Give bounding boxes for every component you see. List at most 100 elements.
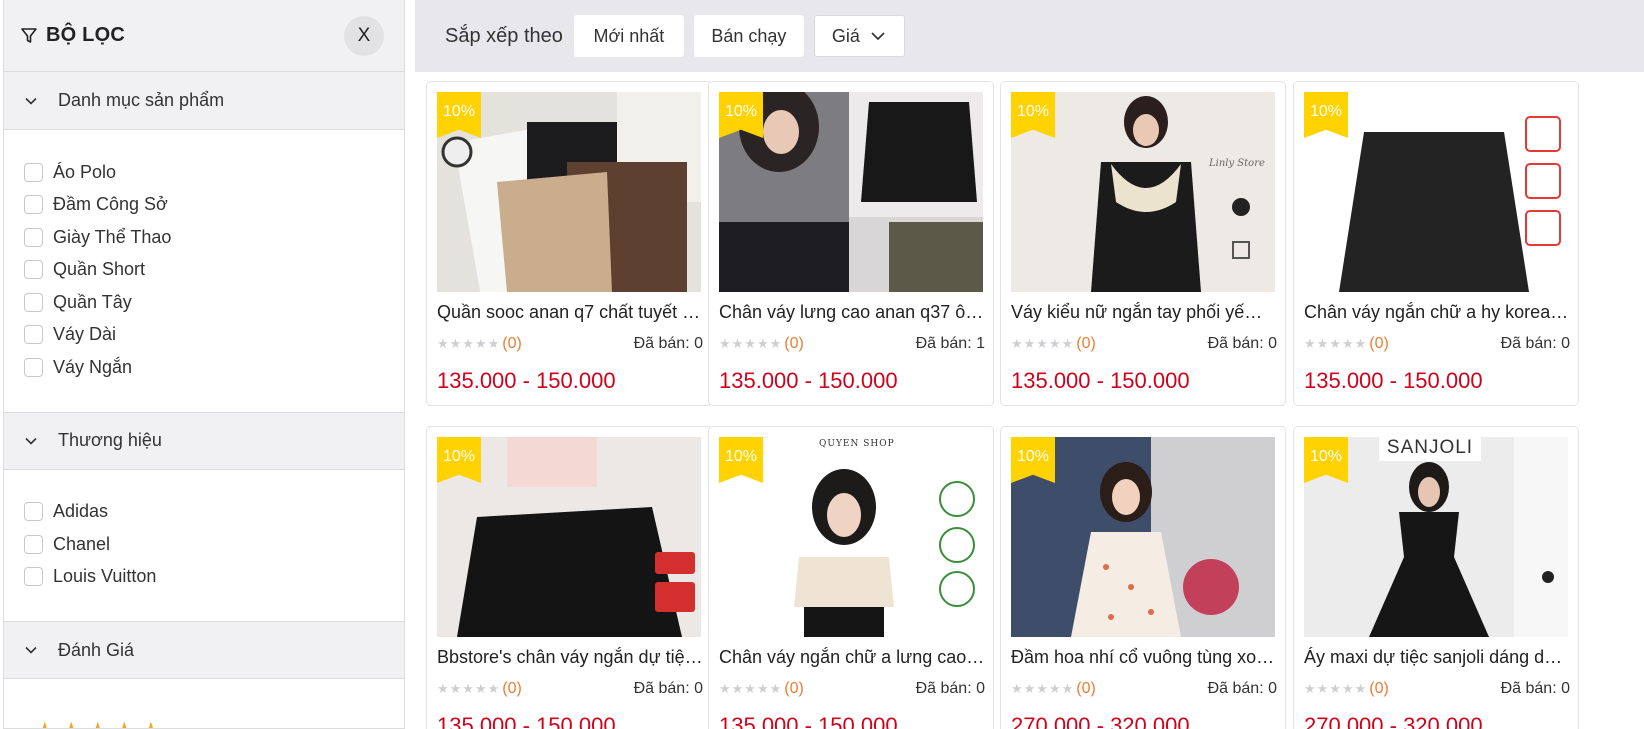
product-meta: ★★★★★ (0) Đã bán: 0: [437, 679, 703, 699]
checkbox[interactable]: [24, 162, 43, 182]
product-price: 135.000 - 150.000: [437, 713, 616, 729]
product-name[interactable]: Áy maxi dự tiệc sanjoli dáng dài đen: [1304, 647, 1570, 668]
checkbox[interactable]: [24, 195, 43, 215]
sold-count: Đã bán: 0: [1207, 335, 1277, 352]
sort-bar: Sắp xếp theo Mới nhất Bán chạy Giá: [415, 0, 1644, 72]
product-name[interactable]: Bbstore's chân váy ngắn dự tiệc xòe: [437, 647, 703, 668]
checkbox[interactable]: [24, 567, 43, 587]
product-price: 135.000 - 150.000: [437, 368, 616, 393]
sort-bestselling-button[interactable]: Bán chạy: [693, 15, 804, 57]
star-icon: ★: [61, 720, 83, 729]
product-listing: Sắp xếp theo Mới nhất Bán chạy Giá 10% Q…: [415, 0, 1644, 729]
rating-stars-icon: ★★★★★: [719, 681, 783, 696]
product-card[interactable]: 10% SANJOLI Áy maxi dự tiệc sanjoli dáng…: [1293, 426, 1579, 729]
product-name[interactable]: Đầm hoa nhí cổ vuông tùng xoè nữ: [1011, 647, 1277, 668]
star-icon: ★: [87, 720, 109, 729]
category-option-label: Đầm Công Sở: [53, 194, 168, 215]
product-image: 10% QUYEN SHOP: [719, 437, 983, 637]
category-option-label: Giày Thể Thao: [53, 226, 172, 247]
brand-logo: SANJOLI: [1379, 437, 1481, 461]
product-image: 10% SANJOLI: [1304, 437, 1568, 637]
category-option-vay-dai[interactable]: Váy Dài: [24, 319, 404, 352]
rating-stars-icon: ★★★★★: [437, 681, 501, 696]
category-option-quan-tay[interactable]: Quần Tây: [24, 286, 404, 319]
sold-count: Đã bán: 0: [1207, 680, 1277, 697]
category-option-quan-short[interactable]: Quần Short: [24, 254, 404, 287]
rating-stars-icon: ★★★★★: [1011, 336, 1075, 351]
product-image: 10%: [437, 437, 701, 637]
product-image: 10%: [437, 92, 701, 292]
rating-stars-icon: ★★★★★: [1304, 681, 1368, 696]
section-rating-header[interactable]: Đánh Giá: [4, 621, 404, 679]
section-brand-header[interactable]: Thương hiệu: [4, 411, 404, 470]
chevron-down-icon: [24, 642, 40, 658]
category-option-label: Quần Tây: [53, 291, 132, 312]
product-meta: ★★★★★ (0) Đã bán: 0: [1304, 679, 1570, 699]
rating-filter-5-stars[interactable]: ★ ★ ★ ★ ★: [4, 679, 404, 729]
rating-count: (0): [1076, 680, 1096, 697]
section-category-body: Áo Polo Đầm Công Sở Giày Thể Thao Quần S…: [4, 130, 404, 412]
star-icon: ★: [34, 720, 56, 729]
rating-count: (0): [502, 680, 522, 697]
product-name[interactable]: Chân váy ngắn chữ a lưng cao quyen: [719, 647, 985, 668]
product-card[interactable]: 10% Chân váy ngắn chữ a hy korea skirt ★…: [1293, 81, 1579, 406]
sold-count: Đã bán: 0: [633, 335, 703, 352]
filter-header: BỘ LỌC X: [4, 0, 404, 72]
rating-stars-icon: ★★★★★: [1304, 336, 1368, 351]
product-price: 135.000 - 150.000: [719, 713, 898, 729]
product-card[interactable]: 10% Linly Store Váy kiểu nữ ngắn tay phố…: [1000, 81, 1286, 406]
rating-stars-icon: ★★★★★: [719, 336, 783, 351]
brand-option-chanel[interactable]: Chanel: [24, 528, 404, 561]
section-brand-body: Adidas Chanel Louis Vuitton: [4, 470, 404, 622]
brand-option-adidas[interactable]: Adidas: [24, 496, 404, 529]
category-option-dam-cong-so[interactable]: Đầm Công Sở: [24, 189, 404, 222]
sort-newest-button[interactable]: Mới nhất: [573, 15, 684, 57]
rating-count: (0): [784, 335, 804, 352]
section-brand-label: Thương hiệu: [58, 430, 162, 450]
product-card[interactable]: 10% QUYEN SHOP Chân váy ngắn chữ a lưng …: [708, 426, 994, 729]
product-price: 270.000 - 320.000: [1011, 713, 1190, 729]
brand-option-louis-vuitton[interactable]: Louis Vuitton: [24, 561, 404, 594]
sold-count: Đã bán: 0: [1500, 335, 1570, 352]
category-option-giay-the-thao[interactable]: Giày Thể Thao: [24, 221, 404, 254]
product-card[interactable]: 10% Bbstore's chân váy ngắn dự tiệc xòe …: [426, 426, 712, 729]
filter-title: BỘ LỌC: [46, 24, 125, 46]
brand-option-label: Chanel: [53, 533, 111, 554]
rating-stars-icon: ★★★★★: [437, 336, 501, 351]
product-price: 135.000 - 150.000: [1011, 368, 1190, 393]
category-option-ao-polo[interactable]: Áo Polo: [24, 156, 404, 189]
checkbox[interactable]: [24, 227, 43, 247]
product-name[interactable]: Quần sooc anan q7 chất tuyết mưa: [437, 302, 703, 323]
checkbox[interactable]: [24, 502, 43, 522]
sold-count: Đã bán: 0: [915, 680, 985, 697]
product-card[interactable]: 10% Chân váy lưng cao anan q37 ôm dáng ★…: [708, 81, 994, 406]
rating-count: (0): [1076, 335, 1096, 352]
brand-option-label: Louis Vuitton: [53, 566, 157, 587]
category-option-vay-ngan[interactable]: Váy Ngắn: [24, 351, 404, 384]
filter-sidebar: BỘ LỌC X Danh mục sản phẩm Áo Polo Đầm C…: [3, 0, 405, 729]
product-image: 10%: [1304, 92, 1568, 292]
category-option-label: Áo Polo: [53, 161, 117, 182]
close-filter-button[interactable]: X: [344, 16, 384, 56]
rating-count: (0): [784, 680, 804, 697]
star-icon: ★: [140, 720, 162, 729]
checkbox[interactable]: [24, 357, 43, 377]
product-meta: ★★★★★ (0) Đã bán: 0: [719, 679, 985, 699]
close-icon: X: [357, 25, 371, 46]
product-card[interactable]: 10% Quần sooc anan q7 chất tuyết mưa ★★★…: [426, 81, 712, 406]
checkbox[interactable]: [24, 325, 43, 345]
product-name[interactable]: Chân váy ngắn chữ a hy korea skirt: [1304, 302, 1570, 323]
product-card[interactable]: 10% Đầm hoa nhí cổ vuông tùng xoè nữ ★★★…: [1000, 426, 1286, 729]
shop-logo: QUYEN SHOP: [819, 439, 895, 449]
checkbox[interactable]: [24, 534, 43, 554]
sort-price-dropdown[interactable]: Giá: [813, 15, 905, 57]
sort-label: Sắp xếp theo: [445, 24, 563, 47]
brand-option-label: Adidas: [53, 501, 109, 522]
product-price: 135.000 - 150.000: [1304, 368, 1483, 393]
product-name[interactable]: Chân váy lưng cao anan q37 ôm dáng: [719, 302, 985, 323]
section-category-header[interactable]: Danh mục sản phẩm: [4, 72, 404, 130]
checkbox[interactable]: [24, 260, 43, 280]
product-name[interactable]: Váy kiểu nữ ngắn tay phối yếm nơ: [1011, 302, 1277, 323]
checkbox[interactable]: [24, 292, 43, 312]
category-option-label: Quần Short: [53, 259, 146, 280]
